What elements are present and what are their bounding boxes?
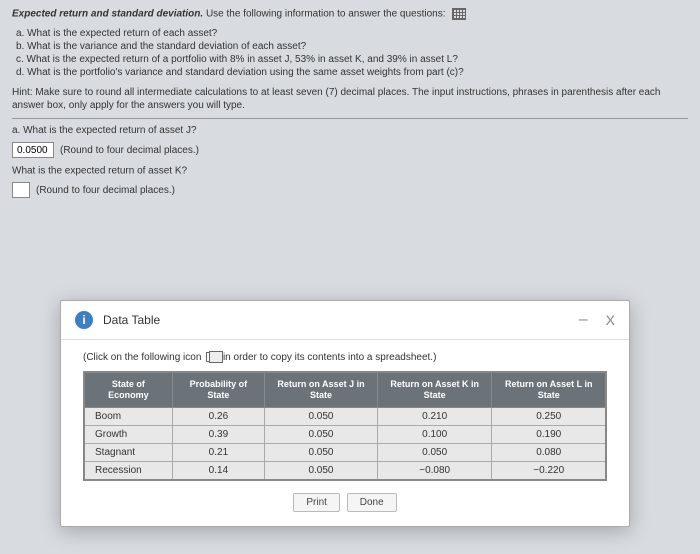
round-text-2: (Round to four decimal places.) [36, 185, 175, 196]
cell: 0.050 [265, 407, 378, 425]
question-c: c. What is the expected return of a port… [16, 54, 688, 65]
table-header-row: State of Economy Probability of State Re… [84, 372, 606, 407]
modal-title: Data Table [103, 313, 579, 327]
table-row: Stagnant 0.21 0.050 0.050 0.080 [84, 443, 606, 461]
answer-input-j[interactable] [12, 142, 54, 158]
question-a: a. What is the expected return of each a… [16, 28, 688, 39]
table-body: Boom 0.26 0.050 0.210 0.250 Growth 0.39 … [84, 407, 606, 480]
cell: 0.250 [492, 407, 606, 425]
th-l: Return on Asset L in State [492, 372, 606, 407]
qa-q2-text: What is the expected return of asset K? [12, 165, 187, 176]
modal-body: (Click on the following icon in order to… [61, 340, 629, 526]
cell: −0.220 [492, 461, 606, 480]
th-prob: Probability of State [172, 372, 264, 407]
th-j: Return on Asset J in State [265, 372, 378, 407]
cell: 0.21 [172, 443, 264, 461]
problem-content: Expected return and standard deviation. … [0, 0, 700, 210]
data-table-icon[interactable] [452, 8, 466, 20]
cell: Recession [84, 461, 172, 480]
modal-header: i Data Table – X [61, 301, 629, 340]
table-row: Recession 0.14 0.050 −0.080 −0.220 [84, 461, 606, 480]
cell: Boom [84, 407, 172, 425]
close-icon[interactable]: X [606, 312, 615, 328]
cell: 0.050 [265, 425, 378, 443]
cell: 0.050 [377, 443, 491, 461]
title-rest: Use the following information to answer … [206, 9, 446, 20]
title-bold: Expected return and standard deviation. [12, 9, 203, 20]
cell: 0.050 [265, 443, 378, 461]
cell: 0.39 [172, 425, 264, 443]
modal-hint: (Click on the following icon in order to… [83, 352, 607, 363]
table-row: Boom 0.26 0.050 0.210 0.250 [84, 407, 606, 425]
cell: 0.100 [377, 425, 491, 443]
question-d: d. What is the portfolio's variance and … [16, 67, 688, 78]
qa-q1: a. What is the expected return of asset … [12, 125, 688, 136]
th-state: State of Economy [84, 372, 172, 407]
cell: 0.050 [265, 461, 378, 480]
table-row: Growth 0.39 0.050 0.100 0.190 [84, 425, 606, 443]
round-text-1: (Round to four decimal places.) [60, 145, 199, 156]
copy-icon[interactable] [206, 352, 218, 362]
cell: Stagnant [84, 443, 172, 461]
modal-hint-post: in order to copy its contents into a spr… [220, 352, 436, 363]
cell: 0.210 [377, 407, 491, 425]
cell: 0.190 [492, 425, 606, 443]
cell: 0.26 [172, 407, 264, 425]
qa-q2: What is the expected return of asset K? [12, 164, 688, 176]
answer-input-k[interactable] [12, 182, 30, 198]
cell: −0.080 [377, 461, 491, 480]
divider [12, 118, 688, 119]
question-list: a. What is the expected return of each a… [12, 28, 688, 78]
answer-row-2: (Round to four decimal places.) [12, 182, 688, 198]
answer-row-1: (Round to four decimal places.) [12, 142, 688, 158]
modal-footer: Print Done [83, 493, 607, 512]
data-table-modal: i Data Table – X (Click on the following… [60, 300, 630, 527]
hint-text: Hint: Make sure to round all intermediat… [12, 86, 688, 112]
info-icon: i [75, 311, 93, 329]
cell: 0.080 [492, 443, 606, 461]
question-b: b. What is the variance and the standard… [16, 41, 688, 52]
minimize-icon[interactable]: – [579, 315, 588, 325]
done-button[interactable]: Done [347, 493, 397, 512]
data-table: State of Economy Probability of State Re… [83, 371, 607, 481]
cell: 0.14 [172, 461, 264, 480]
modal-hint-pre: (Click on the following icon [83, 352, 204, 363]
th-k: Return on Asset K in State [377, 372, 491, 407]
print-button[interactable]: Print [293, 493, 340, 512]
cell: Growth [84, 425, 172, 443]
problem-title-row: Expected return and standard deviation. … [12, 8, 688, 20]
